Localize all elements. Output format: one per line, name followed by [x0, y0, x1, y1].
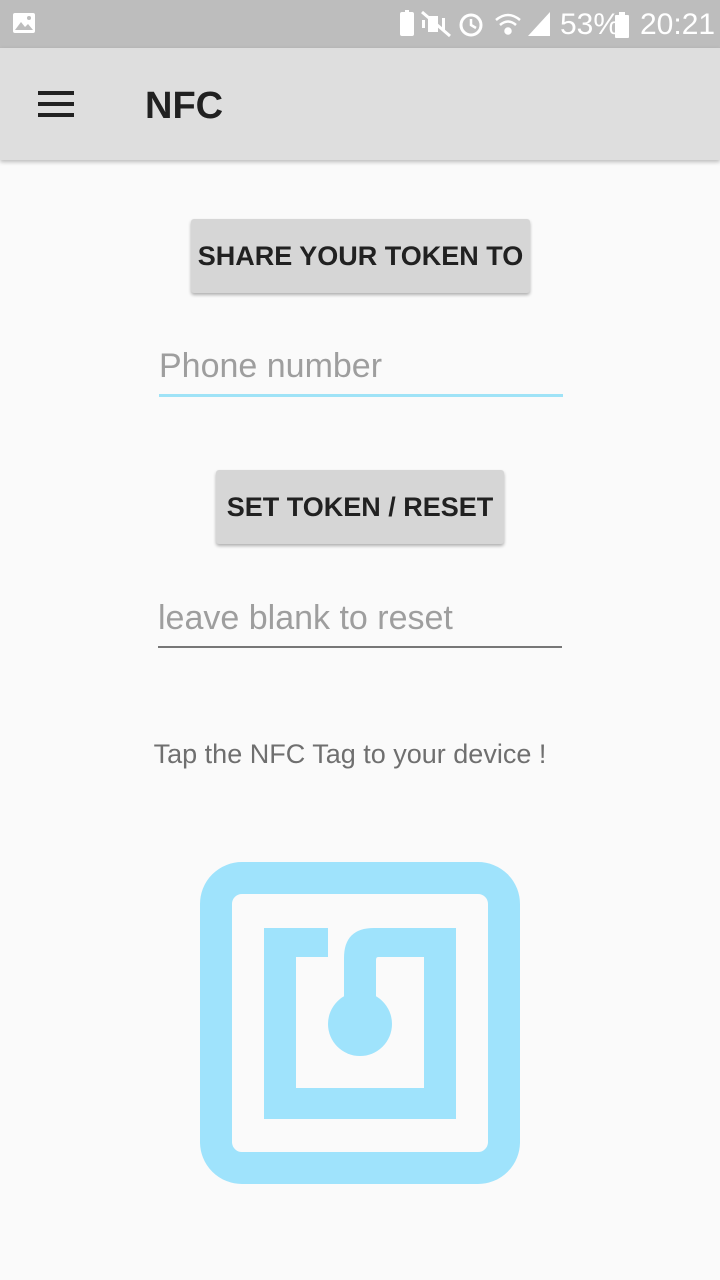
- set-token-reset-button[interactable]: SET TOKEN / RESET: [216, 470, 504, 544]
- gallery-icon: [13, 13, 35, 33]
- status-icons: [400, 10, 550, 38]
- mute-vibrate-icon: [421, 10, 451, 38]
- hamburger-menu-icon[interactable]: [26, 78, 86, 130]
- app-bar: NFC: [0, 48, 720, 160]
- battery-percent: 53%: [560, 8, 621, 41]
- page-title: NFC: [145, 85, 224, 127]
- usb-icon: [400, 10, 414, 36]
- status-bar: 53% 20:21: [0, 0, 720, 48]
- share-token-button[interactable]: SHARE YOUR TOKEN TO: [191, 219, 530, 293]
- phone-number-field[interactable]: Phone number: [159, 338, 563, 397]
- signal-icon: [528, 12, 550, 36]
- nfc-instruction-text: Tap the NFC Tag to your device !: [153, 739, 547, 769]
- status-time: 20:21: [640, 8, 716, 41]
- alarm-icon: [459, 13, 483, 37]
- wifi-icon: [495, 13, 521, 35]
- token-field[interactable]: leave blank to reset: [158, 590, 562, 648]
- battery-icon: [615, 12, 629, 38]
- nfc-tag-icon: [200, 862, 520, 1184]
